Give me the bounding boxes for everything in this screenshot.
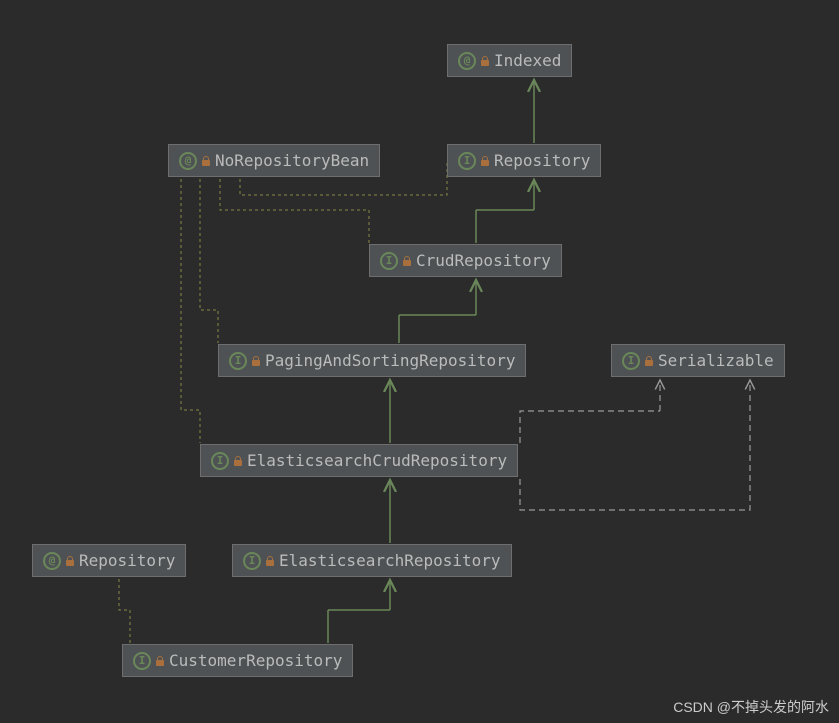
node-label: PagingAndSortingRepository <box>265 351 515 370</box>
lock-icon <box>480 156 490 166</box>
interface-icon: I <box>133 652 151 670</box>
lock-icon <box>644 356 654 366</box>
node-elasticsearch-repository[interactable]: I ElasticsearchRepository <box>232 544 512 577</box>
node-elasticsearch-crud-repository[interactable]: I ElasticsearchCrudRepository <box>200 444 518 477</box>
watermark: CSDN @不掉头发的阿水 <box>673 697 829 717</box>
node-crud-repository[interactable]: I CrudRepository <box>369 244 562 277</box>
lock-icon <box>480 56 490 66</box>
node-label: Repository <box>494 151 590 170</box>
lock-icon <box>265 556 275 566</box>
lock-icon <box>65 556 75 566</box>
annotation-icon: @ <box>458 52 476 70</box>
node-customer-repository[interactable]: I CustomerRepository <box>122 644 353 677</box>
lock-icon <box>402 256 412 266</box>
node-repository-interface[interactable]: I Repository <box>447 144 601 177</box>
annotation-icon: @ <box>179 152 197 170</box>
lock-icon <box>251 356 261 366</box>
node-label: CrudRepository <box>416 251 551 270</box>
interface-icon: I <box>229 352 247 370</box>
node-label: Indexed <box>494 51 561 70</box>
node-repository-annotation[interactable]: @ Repository <box>32 544 186 577</box>
node-label: Repository <box>79 551 175 570</box>
node-label: ElasticsearchCrudRepository <box>247 451 507 470</box>
node-label: NoRepositoryBean <box>215 151 369 170</box>
interface-icon: I <box>622 352 640 370</box>
interface-icon: I <box>458 152 476 170</box>
interface-icon: I <box>380 252 398 270</box>
node-label: CustomerRepository <box>169 651 342 670</box>
lock-icon <box>155 656 165 666</box>
node-label: Serializable <box>658 351 774 370</box>
lock-icon <box>233 456 243 466</box>
lock-icon <box>201 156 211 166</box>
annotation-icon: @ <box>43 552 61 570</box>
interface-icon: I <box>211 452 229 470</box>
node-no-repository-bean[interactable]: @ NoRepositoryBean <box>168 144 380 177</box>
interface-icon: I <box>243 552 261 570</box>
node-serializable[interactable]: I Serializable <box>611 344 785 377</box>
node-paging-sorting-repository[interactable]: I PagingAndSortingRepository <box>218 344 526 377</box>
node-indexed[interactable]: @ Indexed <box>447 44 572 77</box>
node-label: ElasticsearchRepository <box>279 551 501 570</box>
